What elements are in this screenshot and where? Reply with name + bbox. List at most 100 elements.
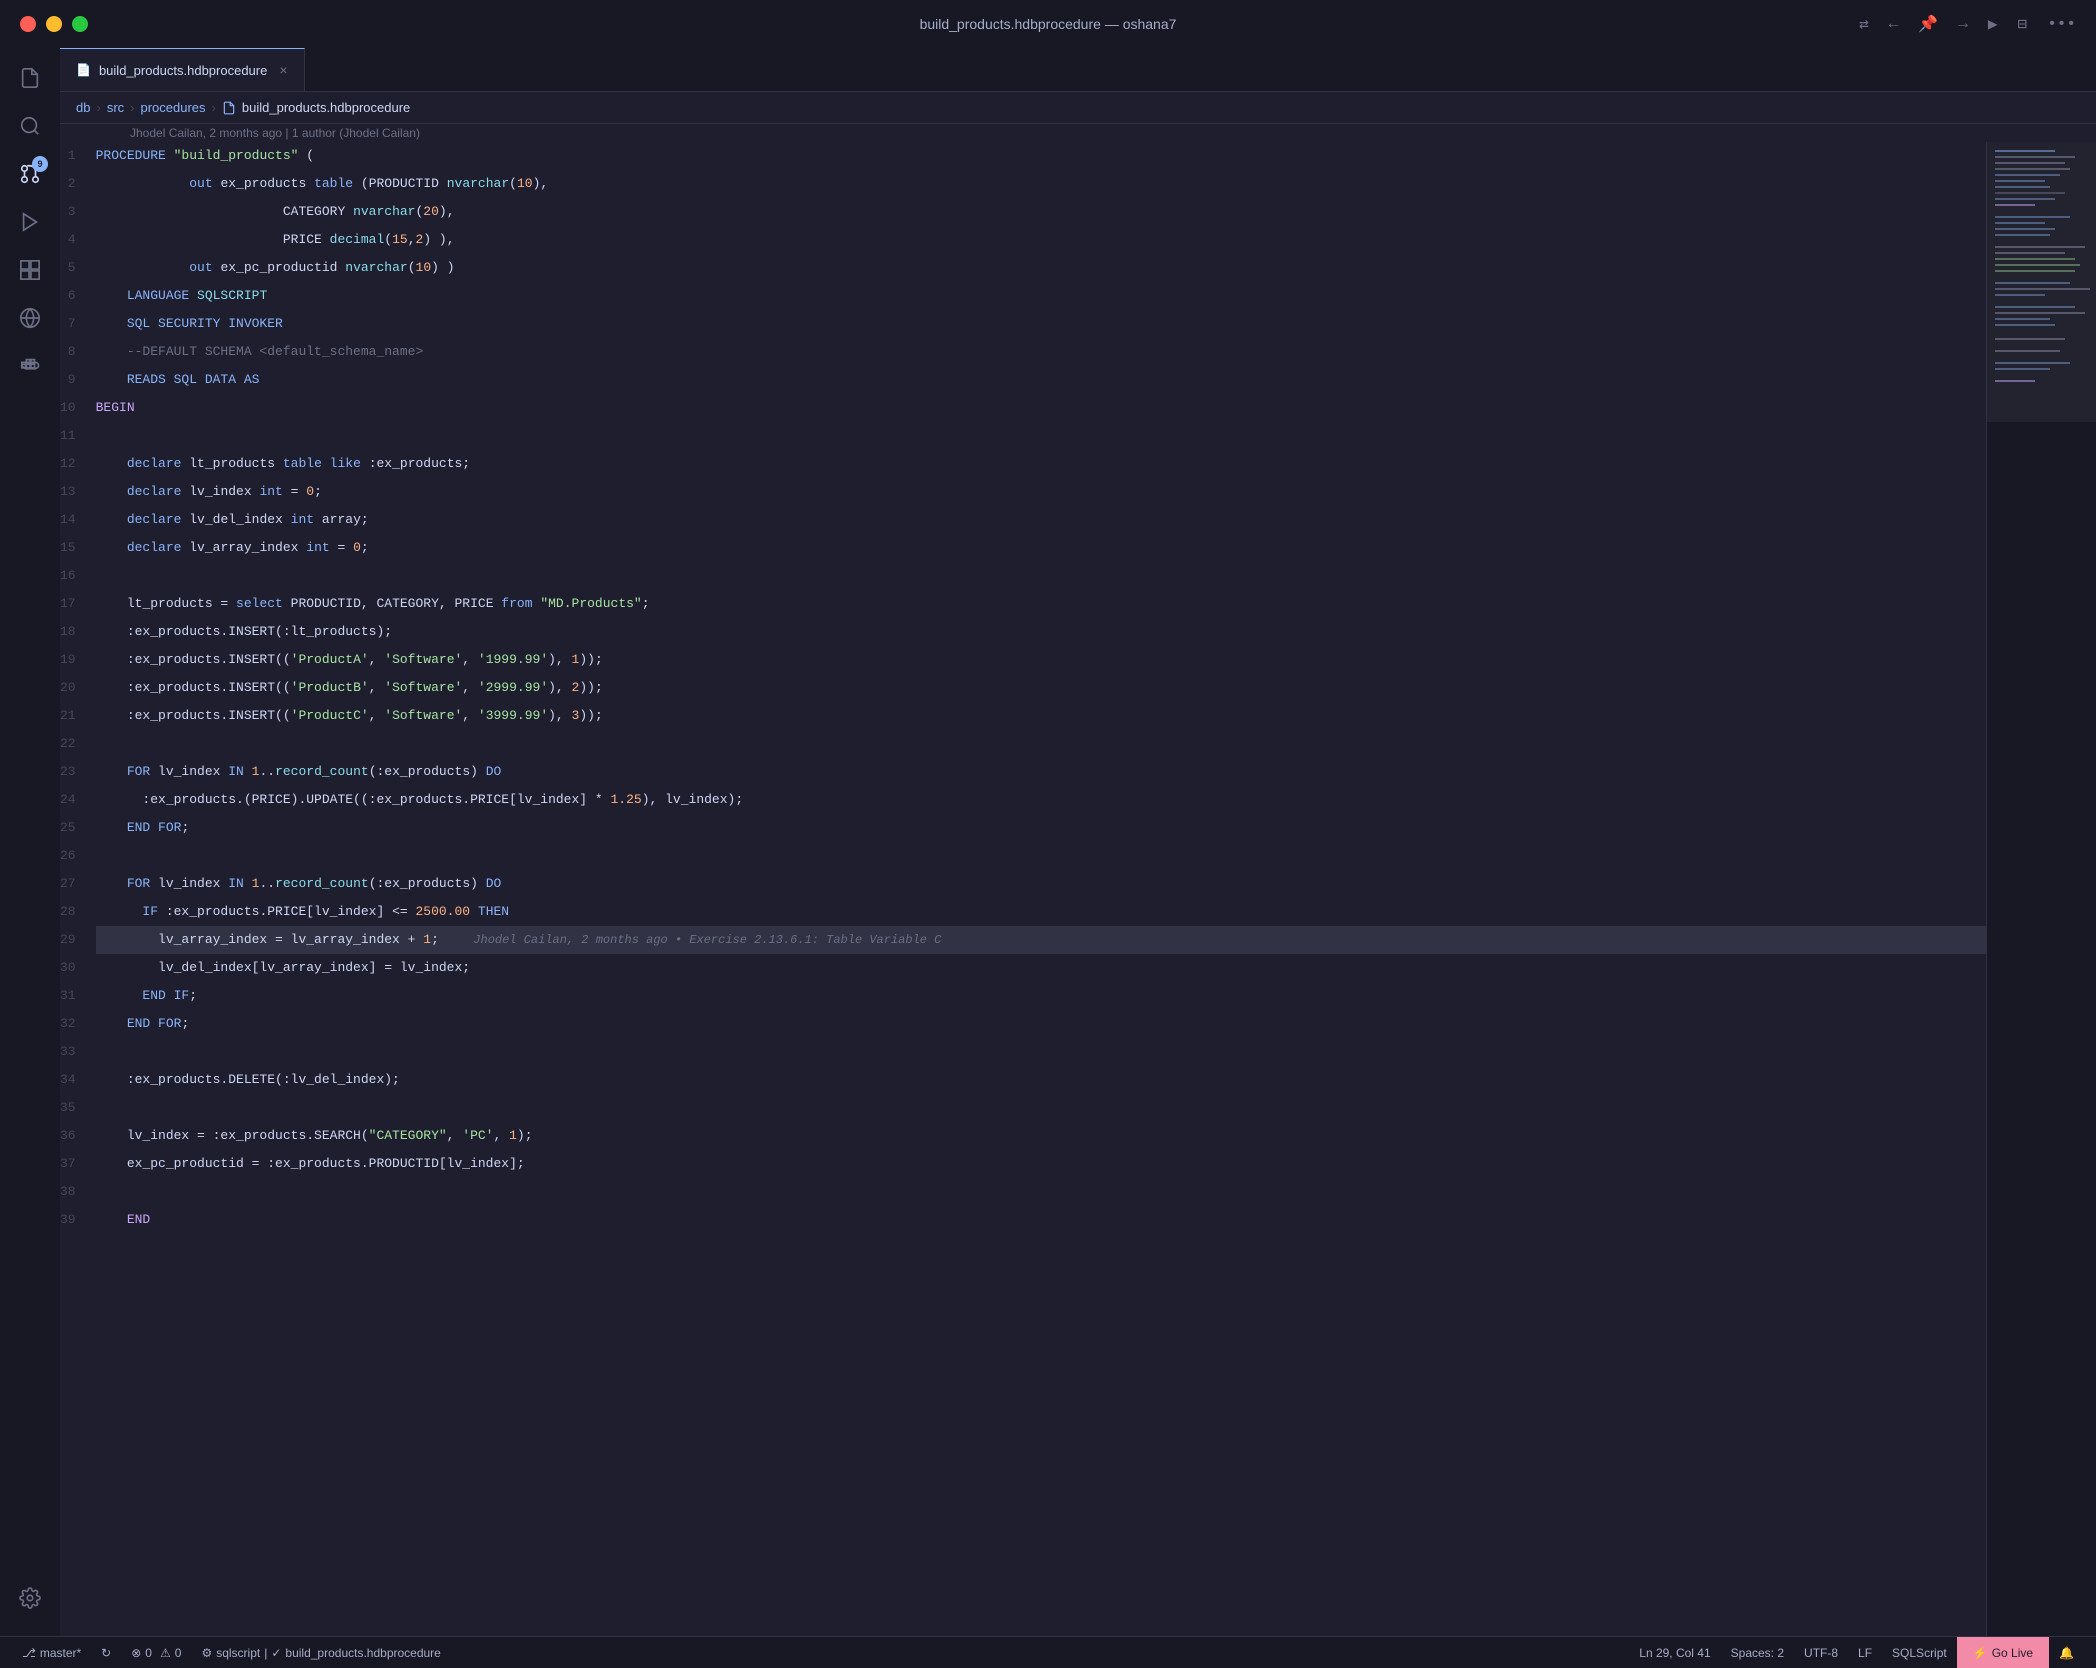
code-token: BEGIN	[96, 394, 135, 422]
code-token: 'Software'	[384, 702, 462, 730]
code-token: LANGUAGE	[96, 282, 197, 310]
line-number: 23	[60, 758, 88, 786]
breadcrumb-current-file: build_products.hdbprocedure	[242, 100, 410, 115]
code-token: ));	[579, 702, 602, 730]
breadcrumb-src[interactable]: src	[107, 100, 124, 115]
pin-icon[interactable]: 📌	[1918, 14, 1938, 34]
code-token: PRICE	[96, 226, 330, 254]
code-token: ;	[181, 1010, 189, 1038]
error-count: 0	[145, 1646, 152, 1660]
go-back-icon[interactable]: ←	[1889, 15, 1899, 33]
encoding-text: UTF-8	[1804, 1646, 1838, 1660]
code-token: 1	[572, 646, 580, 674]
code-token: FOR	[96, 870, 158, 898]
code-token: declare	[96, 478, 190, 506]
play-icon[interactable]: ▶	[1988, 14, 1998, 34]
table-row: END FOR;	[96, 814, 1986, 842]
activity-run-debug[interactable]	[8, 200, 52, 244]
activity-search[interactable]	[8, 104, 52, 148]
status-encoding[interactable]: UTF-8	[1794, 1637, 1848, 1668]
warning-icon: ⚠	[160, 1646, 171, 1660]
code-token: IN	[228, 870, 251, 898]
code-token: "CATEGORY"	[369, 1122, 447, 1150]
minimap-content	[1987, 142, 2096, 1636]
language-text: SQLScript	[1892, 1646, 1947, 1660]
code-token: ,	[494, 1122, 510, 1150]
code-token: ),	[548, 702, 571, 730]
activity-source-control[interactable]: 9	[8, 152, 52, 196]
status-language[interactable]: SQLScript	[1882, 1637, 1957, 1668]
status-sync[interactable]: ↻	[91, 1637, 121, 1668]
breadcrumb-db[interactable]: db	[76, 100, 90, 115]
table-row: :ex_products.DELETE(:lv_del_index);	[96, 1066, 1986, 1094]
line-number: 9	[60, 366, 88, 394]
maximize-button[interactable]	[72, 16, 88, 32]
table-row: lv_array_index = lv_array_index + 1; Jho…	[96, 926, 1986, 954]
source-control-badge: 9	[32, 156, 48, 172]
code-content[interactable]: PROCEDURE "build_products" ( out ex_prod…	[88, 142, 1986, 1636]
code-token: (:ex_products)	[369, 870, 486, 898]
line-number: 37	[60, 1150, 88, 1178]
activity-docker[interactable]	[8, 344, 52, 388]
tab-close-button[interactable]: ×	[279, 62, 287, 78]
code-token: 'Software'	[384, 674, 462, 702]
line-number: 38	[60, 1178, 88, 1206]
code-token: '1999.99'	[478, 646, 548, 674]
code-token: ex_products	[220, 170, 314, 198]
table-row: FOR lv_index IN 1..record_count(:ex_prod…	[96, 870, 1986, 898]
code-editor[interactable]: 1234567891011121314151617181920212223242…	[60, 142, 2096, 1636]
code-token: END FOR	[96, 814, 182, 842]
table-row: FOR lv_index IN 1..record_count(:ex_prod…	[96, 758, 1986, 786]
code-token: declare	[96, 506, 190, 534]
code-token: IF	[96, 898, 166, 926]
status-spaces[interactable]: Spaces: 2	[1721, 1637, 1794, 1668]
activity-extensions[interactable]	[8, 248, 52, 292]
code-token: ,	[447, 1122, 463, 1150]
code-token: (:ex_products)	[369, 758, 486, 786]
code-token: DO	[486, 870, 502, 898]
code-token	[96, 170, 190, 198]
status-language-check[interactable]: ⚙ sqlscript | ✓ build_products.hdbproced…	[191, 1637, 450, 1668]
table-row: END FOR;	[96, 1010, 1986, 1038]
close-button[interactable]	[20, 16, 36, 32]
status-eol[interactable]: LF	[1848, 1637, 1882, 1668]
table-row: IF :ex_products.PRICE[lv_index] <= 2500.…	[96, 898, 1986, 926]
breadcrumb-sep-2: ›	[130, 100, 134, 115]
code-token: ), lv_index);	[642, 786, 743, 814]
code-token: --DEFAULT SCHEMA <default_schema_name>	[96, 338, 424, 366]
code-token: (	[509, 170, 517, 198]
status-go-live[interactable]: ⚡ Go Live	[1957, 1637, 2049, 1668]
line-number: 2	[60, 170, 88, 198]
code-token: 1	[423, 926, 431, 954]
line-number: 36	[60, 1122, 88, 1150]
breadcrumb-procedures[interactable]: procedures	[141, 100, 206, 115]
breadcrumb-sep-3: ›	[212, 100, 216, 115]
status-notifications[interactable]: 🔔	[2049, 1637, 2084, 1668]
minimize-button[interactable]	[46, 16, 62, 32]
line-number: 4	[60, 226, 88, 254]
status-branch[interactable]: ⎇ master*	[12, 1637, 91, 1668]
go-forward-icon[interactable]: →	[1958, 15, 1968, 33]
more-icon[interactable]: •••	[2047, 15, 2076, 33]
code-token: decimal	[330, 226, 385, 254]
code-token: ,	[369, 702, 385, 730]
git-compare-icon[interactable]: ⇄	[1859, 14, 1869, 34]
status-position[interactable]: Ln 29, Col 41	[1629, 1637, 1720, 1668]
branch-name: master*	[40, 1646, 81, 1660]
code-token: "build_products"	[174, 142, 299, 170]
activity-files[interactable]	[8, 56, 52, 100]
code-token: PROCEDURE	[96, 142, 174, 170]
status-errors[interactable]: ⊗ 0 ⚠ 0	[121, 1637, 191, 1668]
line-number: 25	[60, 814, 88, 842]
activity-settings[interactable]	[8, 1576, 52, 1620]
split-editor-icon[interactable]: ⊟	[2018, 14, 2028, 34]
table-row: CATEGORY nvarchar(20),	[96, 198, 1986, 226]
code-token: ) )	[431, 254, 454, 282]
code-token: 20	[423, 198, 439, 226]
activity-remote-explorer[interactable]	[8, 296, 52, 340]
line-number: 19	[60, 646, 88, 674]
eol-text: LF	[1858, 1646, 1872, 1660]
code-token: ;	[361, 534, 369, 562]
table-row: PRICE decimal(15,2) ),	[96, 226, 1986, 254]
active-tab[interactable]: 📄 build_products.hdbprocedure ×	[60, 48, 305, 91]
